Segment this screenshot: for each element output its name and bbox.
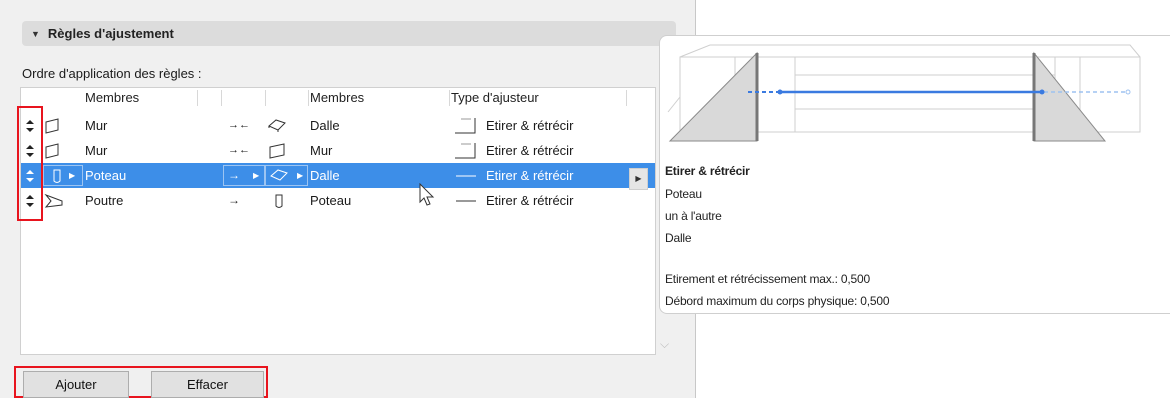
row-adjuster: Etirer & rétrécir [486,143,574,158]
tooltip-from-member: Poteau [665,187,702,201]
section-title: Règles d'ajustement [47,26,174,41]
add-button[interactable]: Ajouter [23,371,129,398]
table-row[interactable]: Mur →← Mur Etirer & rétrécir [21,138,655,163]
tooltip-max-stretch: Etirement et rétrécissement max.: 0,500 [665,272,870,286]
column-icon [273,188,285,213]
header-divider [221,90,222,106]
line-icon [453,188,479,213]
row-to-member: Dalle [310,168,340,183]
tooltip-max-overhang: Débord maximum du corps physique: 0,500 [665,294,890,308]
highlight-reorder-handles [17,106,43,221]
row-to-member: Poteau [310,193,352,208]
stretch-shrink-icon [453,113,479,138]
row-adjuster: Etirer & rétrécir [486,118,574,133]
row-direction: → [228,193,240,207]
header-members-from[interactable]: Membres [85,88,139,108]
header-divider [626,90,627,106]
adjustment-diagram [667,44,1141,142]
triangle-down-icon[interactable]: ▼ [31,29,40,39]
row-direction: →← [228,119,250,131]
slab-icon [269,163,289,188]
header-divider [197,90,198,106]
section-header[interactable]: ▼ Règles d'ajustement [22,21,676,46]
row-direction: → [228,168,240,182]
stretch-shrink-icon [453,138,479,163]
chevron-right-icon[interactable]: ▶ [297,163,303,188]
tooltip-title: Etirer & rétrécir [665,164,750,178]
header-divider [265,90,266,106]
order-label: Ordre d'application des règles : [22,66,202,81]
rule-tooltip: Etirer & rétrécir Poteau un à l'autre Da… [659,35,1170,314]
mouse-cursor-icon [419,180,435,210]
row-from-member: Mur [85,143,108,158]
row-from-member: Poutre [85,193,124,208]
row-from-member: Poteau [85,168,127,183]
table-row[interactable]: Poutre → Poteau Etirer & rétrécir [21,188,655,213]
header-divider [308,90,309,106]
row-adjuster: Etirer & rétrécir [486,168,574,183]
wall-icon [267,138,287,163]
wall-icon [43,138,61,163]
row-from-member: Mur [85,118,108,133]
column-icon [51,163,63,188]
tooltip-relation: un à l'autre [665,209,722,223]
header-members-to[interactable]: Membres [310,88,364,108]
line-icon [453,163,479,188]
row-to-member: Dalle [310,118,340,133]
beam-icon [43,188,65,213]
row-direction: →← [228,144,250,156]
adjustment-rules-panel: ▼ Règles d'ajustement Ordre d'applicatio… [0,0,695,398]
chevron-down-icon[interactable]: ⌵ [660,337,669,352]
table-row[interactable]: Mur →← Dalle Etirer & rétrécir [21,113,655,138]
rules-table: Membres Membres Type d'ajusteur Mur →← D… [20,87,656,355]
wall-icon [43,113,61,138]
row-to-member: Mur [310,143,333,158]
chevron-right-icon[interactable]: ▶ [253,163,259,188]
clear-button[interactable]: Effacer [151,371,264,398]
table-row-selected[interactable]: ▶ Poteau → ▶ ▶ Dalle Etirer & rétrécir [21,163,655,188]
from-member-dropdown[interactable] [43,165,83,186]
header-divider [449,90,450,106]
chevron-right-icon[interactable]: ▶ [69,163,75,188]
row-adjuster: Etirer & rétrécir [486,193,574,208]
slab-icon [267,113,287,138]
tooltip-to-member: Dalle [665,231,692,245]
header-adjuster-type[interactable]: Type d'ajusteur [451,88,539,108]
row-expand-button[interactable]: ▶ [629,168,648,190]
